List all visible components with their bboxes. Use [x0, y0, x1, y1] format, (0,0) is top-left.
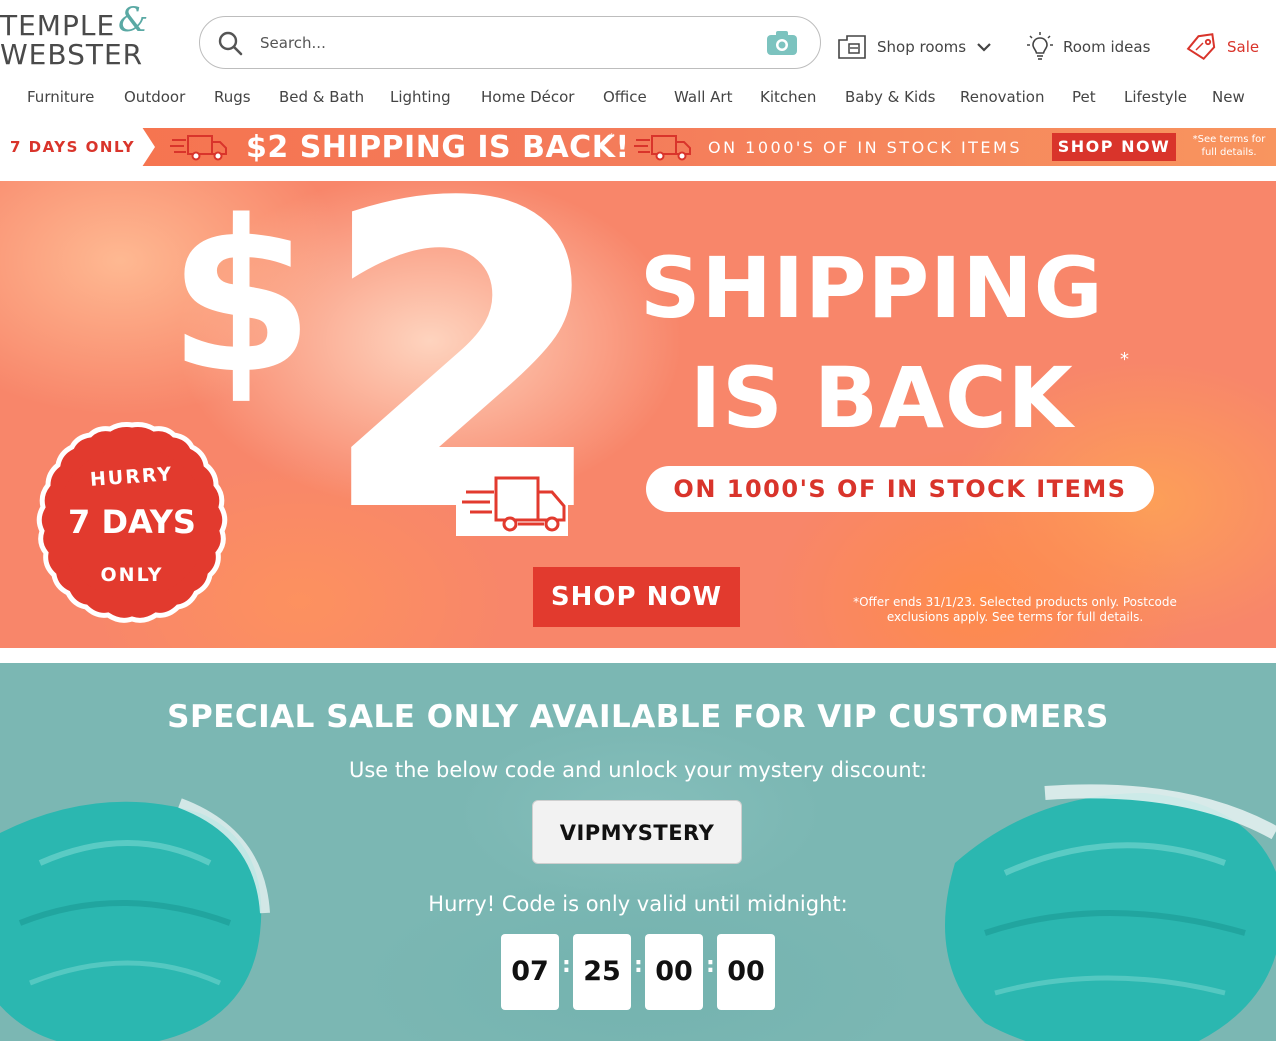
- badge-bottom-text: ONLY: [101, 564, 164, 586]
- hero-title-line1: SHIPPING: [640, 239, 1104, 337]
- promo-strip-banner[interactable]: 7 DAYS ONLY $2 SHIPPING IS BACK! * ON 10…: [0, 128, 1276, 166]
- delivery-truck-icon: [462, 476, 566, 532]
- shop-rooms-label: Shop rooms: [877, 38, 967, 56]
- sale-link[interactable]: Sale: [1185, 30, 1259, 64]
- countdown-fraction: 00: [717, 934, 775, 1010]
- countdown-separator: :: [706, 953, 715, 978]
- nav-item-lighting[interactable]: Lighting: [390, 88, 451, 106]
- seven-days-label: 7 DAYS ONLY: [10, 138, 136, 156]
- countdown-hours: 07: [501, 934, 559, 1010]
- vip-hurry-text: Hurry! Code is only valid until midnight…: [428, 892, 848, 916]
- hero-title-line2: IS BACK: [690, 349, 1074, 447]
- countdown-separator: :: [634, 953, 643, 978]
- nav-item-kitchen[interactable]: Kitchen: [760, 88, 816, 106]
- sale-tag-icon: [1186, 33, 1216, 61]
- search-bar: [199, 16, 821, 69]
- room-ideas-link[interactable]: Room ideas: [1027, 30, 1150, 64]
- strip-stock-items: ON 1000'S OF IN STOCK ITEMS: [708, 138, 1022, 157]
- hero-shop-now-button[interactable]: SHOP NOW: [533, 567, 740, 627]
- room-ideas-label: Room ideas: [1063, 38, 1151, 56]
- lightbulb-icon: [1027, 32, 1053, 60]
- sale-label: Sale: [1227, 38, 1260, 56]
- nav-item-rugs[interactable]: Rugs: [214, 88, 251, 106]
- strip-shop-now-button[interactable]: SHOP NOW: [1052, 133, 1176, 161]
- hero-fine-print: *Offer ends 31/1/23. Selected products o…: [853, 595, 1177, 624]
- camera-search-icon[interactable]: [766, 30, 798, 56]
- nav-item-office[interactable]: Office: [603, 88, 647, 106]
- nav-item-bed-bath[interactable]: Bed & Bath: [279, 88, 364, 106]
- vip-subtext: Use the below code and unlock your myste…: [348, 758, 928, 782]
- hero-dollar-sign: $: [168, 181, 315, 420]
- badge-middle-text: 7 DAYS: [68, 503, 196, 541]
- nav-item-wall-art[interactable]: Wall Art: [674, 88, 732, 106]
- nav-item-baby-kids[interactable]: Baby & Kids: [845, 88, 935, 106]
- hero-banner[interactable]: $ 2 SHIPPING IS BACK * ON 1000'S OF IN S…: [0, 181, 1276, 648]
- nav-item-furniture[interactable]: Furniture: [27, 88, 94, 106]
- hero-truck-panel: [456, 464, 568, 536]
- hero-asterisk: *: [1120, 349, 1129, 370]
- nav-item-pet[interactable]: Pet: [1072, 88, 1096, 106]
- logo-ampersand: &: [118, 0, 150, 40]
- vip-discount-code[interactable]: VIPMYSTERY: [532, 800, 742, 864]
- countdown-minutes: 25: [573, 934, 631, 1010]
- vip-sale-section: SPECIAL SALE ONLY AVAILABLE FOR VIP CUST…: [0, 663, 1276, 1041]
- strip-asterisk: *: [609, 131, 615, 144]
- nav-item-new[interactable]: New: [1212, 88, 1245, 106]
- hurry-seven-days-badge: HURRY 7 DAYS ONLY: [30, 421, 234, 625]
- search-icon[interactable]: [217, 30, 243, 56]
- nav-item-lifestyle[interactable]: Lifestyle: [1124, 88, 1187, 106]
- logo-line2: WEBSTER: [0, 38, 144, 71]
- site-header: TEMPLE & WEBSTER Shop rooms: [0, 0, 1276, 80]
- search-input[interactable]: [260, 27, 740, 59]
- temple-webster-logo[interactable]: TEMPLE & WEBSTER: [0, 3, 160, 72]
- vip-heading: SPECIAL SALE ONLY AVAILABLE FOR VIP CUST…: [167, 699, 1109, 735]
- strip-terms-note: *See terms for full details.: [1192, 134, 1266, 158]
- nav-item-outdoor[interactable]: Outdoor: [124, 88, 185, 106]
- strip-headline: $2 SHIPPING IS BACK!: [246, 130, 630, 165]
- category-nav: Furniture Outdoor Rugs Bed & Bath Lighti…: [0, 84, 1276, 112]
- countdown-seconds: 00: [645, 934, 703, 1010]
- scalloped-badge-icon: HURRY 7 DAYS ONLY: [36, 422, 228, 623]
- logo-line1: TEMPLE: [0, 9, 116, 42]
- countdown-separator: :: [562, 953, 571, 978]
- chevron-down-icon: [977, 43, 991, 52]
- seven-days-tag: 7 DAYS ONLY: [0, 128, 155, 166]
- hero-stock-items-pill: ON 1000'S OF IN STOCK ITEMS: [646, 466, 1154, 512]
- nav-item-home-decor[interactable]: Home Décor: [481, 88, 574, 106]
- nav-item-renovation[interactable]: Renovation: [960, 88, 1044, 106]
- delivery-truck-icon: [170, 135, 227, 161]
- room-icon: [838, 35, 866, 59]
- shop-rooms-dropdown[interactable]: Shop rooms: [837, 30, 992, 64]
- delivery-truck-icon: [634, 135, 691, 161]
